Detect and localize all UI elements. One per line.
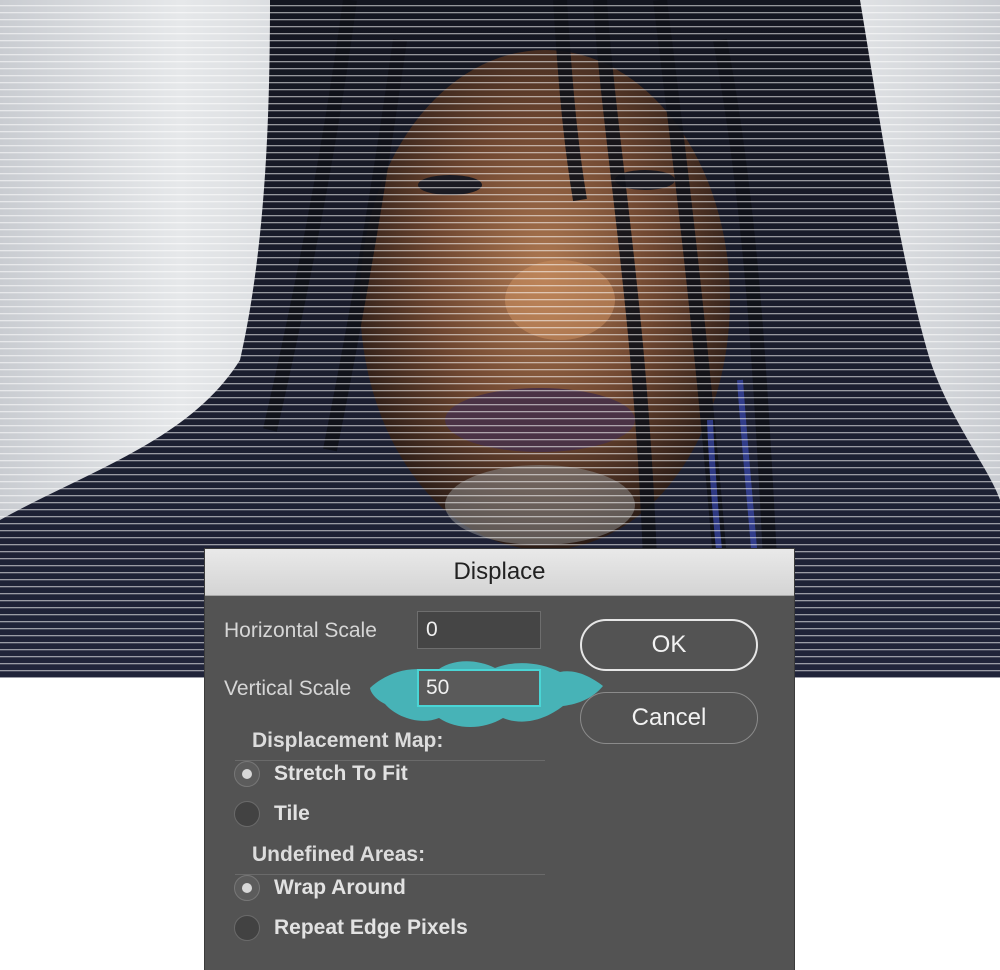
stretch-to-fit-radio[interactable] (234, 761, 260, 787)
cancel-button[interactable]: Cancel (580, 692, 758, 744)
ok-button[interactable]: OK (580, 619, 758, 671)
wrap-around-label[interactable]: Wrap Around (274, 876, 406, 900)
vertical-scale-label: Vertical Scale (224, 677, 352, 700)
horizontal-scale-label: Horizontal Scale (224, 619, 377, 642)
displacement-map-heading: Displacement Map: (252, 729, 444, 752)
horizontal-scale-input[interactable]: 0 (417, 611, 541, 649)
stretch-to-fit-label[interactable]: Stretch To Fit (274, 762, 408, 786)
group-separator (235, 760, 545, 761)
wrap-around-radio[interactable] (234, 875, 260, 901)
repeat-edge-pixels-label[interactable]: Repeat Edge Pixels (274, 916, 468, 940)
displace-dialog: Displace Horizontal Scale 0 Vertical Sca… (205, 549, 794, 970)
repeat-edge-pixels-radio[interactable] (234, 915, 260, 941)
dialog-titlebar[interactable]: Displace (205, 549, 794, 596)
tile-label[interactable]: Tile (274, 802, 310, 826)
group-separator (235, 874, 545, 875)
vertical-scale-input[interactable]: 50 (417, 669, 541, 707)
tile-radio[interactable] (234, 801, 260, 827)
undefined-areas-heading: Undefined Areas: (252, 843, 426, 866)
dialog-title: Displace (453, 558, 546, 585)
